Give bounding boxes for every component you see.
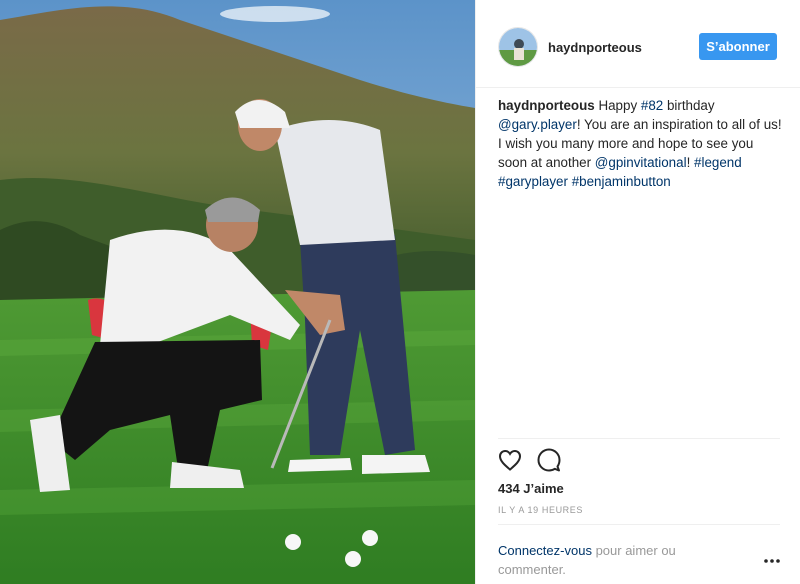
avatar[interactable] — [498, 27, 538, 67]
post-header: haydnporteous S’abonner — [476, 0, 800, 88]
comment-icon[interactable] — [537, 448, 561, 472]
follow-button[interactable]: S’abonner — [699, 33, 777, 60]
heart-icon[interactable] — [498, 449, 522, 471]
login-link[interactable]: Connectez-vous — [498, 543, 592, 558]
caption-text: birthday — [663, 98, 715, 113]
post-timestamp: IL Y A 19 HEURES — [498, 505, 583, 515]
mention-link[interactable]: @gary.player — [498, 117, 577, 132]
hashtag-link[interactable]: #82 — [641, 98, 663, 113]
caption-username[interactable]: haydnporteous — [498, 98, 595, 113]
avatar-image — [499, 28, 537, 66]
likes-count[interactable]: 434 J’aime — [498, 481, 564, 496]
author-username[interactable]: haydnporteous — [548, 40, 642, 55]
more-options-icon[interactable] — [764, 559, 780, 563]
post-caption: haydnporteous Happy #82 birthday @gary.p… — [498, 96, 783, 191]
hashtag-link[interactable]: #garyplayer — [498, 174, 568, 189]
comment-divider — [498, 524, 780, 525]
golf-lesson-image — [0, 0, 475, 584]
login-prompt: Connectez-vous pour aimer ou commenter. — [498, 541, 728, 579]
hashtag-link[interactable]: #benjaminbutton — [572, 174, 671, 189]
post-photo[interactable] — [0, 0, 475, 584]
caption-text: Happy — [594, 98, 641, 113]
mention-link[interactable]: @gpinvitational — [595, 155, 687, 170]
hashtag-link[interactable]: #legend — [694, 155, 742, 170]
actions-divider — [498, 438, 780, 439]
caption-text: ! — [686, 155, 695, 170]
